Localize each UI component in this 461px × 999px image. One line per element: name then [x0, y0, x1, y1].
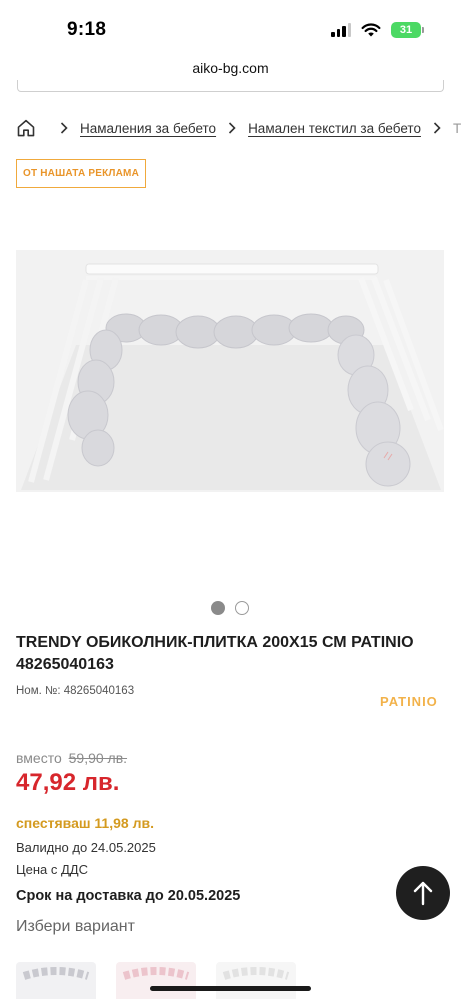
browser-url[interactable]: aiko-bg.com — [0, 60, 461, 76]
valid-until: Валидно до 24.05.2025 — [16, 840, 156, 855]
home-icon[interactable] — [16, 118, 36, 138]
variant-thumb-white[interactable] — [216, 962, 296, 999]
chevron-right-icon — [228, 122, 236, 134]
current-price: 47,92 лв. — [16, 769, 120, 796]
gallery-dot-1[interactable] — [211, 601, 225, 615]
battery-icon: 31 — [391, 22, 424, 38]
old-price: 59,90 лв. — [68, 750, 128, 766]
breadcrumb-item-sale-baby[interactable]: Намаления за бебето — [80, 121, 216, 136]
brand-logo[interactable]: PATINIO — [380, 694, 438, 709]
gallery-pagination — [211, 601, 249, 615]
variant-list — [16, 962, 461, 999]
sku: Ном. №: 48265040163 — [16, 685, 134, 697]
status-time: 9:18 — [67, 19, 107, 40]
status-bar: 9:18 31 — [0, 0, 461, 56]
home-indicator[interactable] — [150, 986, 311, 991]
chevron-right-icon — [60, 122, 68, 134]
battery-level: 31 — [399, 24, 413, 36]
product-image[interactable] — [16, 250, 444, 492]
old-price-row: вместо 59,90 лв. — [16, 750, 127, 766]
savings: спестяваш 11,98 лв. — [16, 815, 154, 831]
variant-label: Избери вариант — [16, 918, 135, 935]
variant-thumb-pink[interactable] — [116, 962, 196, 999]
sku-label: Ном. №: — [16, 685, 61, 697]
search-field[interactable] — [17, 80, 444, 92]
scroll-to-top-button[interactable] — [396, 866, 450, 920]
chevron-right-icon — [433, 122, 441, 134]
sku-value: 48265040163 — [63, 685, 135, 697]
breadcrumb-item-truncated[interactable]: Т — [453, 121, 461, 136]
vat-note: Цена с ДДС — [16, 862, 88, 877]
breadcrumb: Намаления за бебето Намален текстил за б… — [16, 116, 461, 140]
gallery-dot-2[interactable] — [235, 601, 249, 615]
breadcrumb-item-sale-textile[interactable]: Намален текстил за бебето — [248, 121, 421, 136]
variant-thumb-grey[interactable] — [16, 962, 96, 999]
instead-label: вместо — [16, 750, 62, 766]
wifi-icon — [361, 22, 381, 36]
ad-badge: ОТ НАШАТА РЕКЛАМА — [16, 159, 146, 188]
status-icons: 31 — [331, 22, 424, 38]
arrow-up-icon — [413, 881, 433, 906]
cellular-signal-icon — [331, 23, 351, 37]
product-title: TRENDY ОБИКОЛНИК-ПЛИТКА 200Х15 СМ PATINI… — [16, 634, 414, 673]
delivery-term: Срок на доставка до 20.05.2025 — [16, 888, 241, 904]
